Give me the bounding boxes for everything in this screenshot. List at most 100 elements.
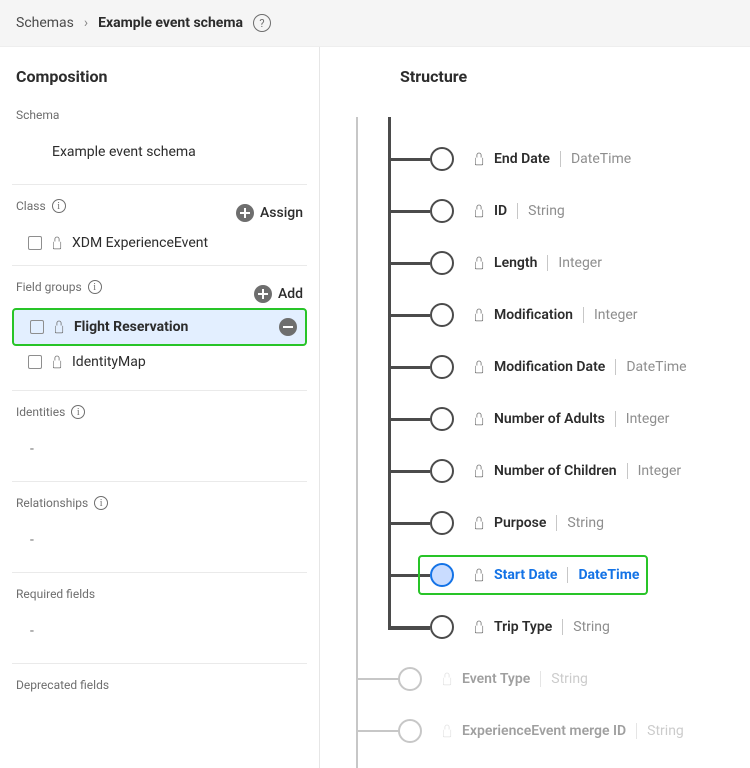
class-subhead: Class i <box>16 199 66 213</box>
field-name: ID <box>494 203 507 219</box>
node-dot-icon <box>430 147 454 171</box>
required-label: Required fields <box>16 587 95 601</box>
field-name: Purpose <box>494 515 546 531</box>
add-label: Add <box>278 286 303 302</box>
field-type: DateTime <box>571 151 631 167</box>
field-type: Integer <box>626 411 670 427</box>
separator <box>556 515 557 531</box>
field-name: Trip Type <box>494 619 552 635</box>
node-dot-icon <box>430 251 454 275</box>
lock-icon <box>475 625 484 633</box>
plus-icon <box>254 285 272 303</box>
divider <box>12 265 307 266</box>
assign-label: Assign <box>260 205 303 221</box>
field-name: Event Type <box>462 671 530 687</box>
lock-icon <box>53 360 62 368</box>
fieldgroups-label: Field groups <box>16 280 82 294</box>
structure-panel: Structure End DateDateTimeIDStringLength… <box>320 47 750 768</box>
divider <box>12 572 307 573</box>
divider <box>12 481 307 482</box>
field-node[interactable]: ExperienceEvent merge ID String <box>398 719 690 743</box>
separator <box>615 411 616 427</box>
field-type: Integer <box>558 255 602 271</box>
separator <box>562 619 563 635</box>
node-dot-icon <box>430 355 454 379</box>
field-node[interactable]: ModificationInteger <box>430 303 644 327</box>
info-icon[interactable]: i <box>88 280 102 294</box>
required-empty: - <box>12 615 307 657</box>
field-type: String <box>647 723 684 739</box>
structure-title: Structure <box>400 67 750 86</box>
field-name: Length <box>494 255 537 271</box>
lock-icon <box>55 325 64 333</box>
separator <box>583 307 584 323</box>
separator <box>560 151 561 167</box>
node-dot-icon <box>430 199 454 223</box>
composition-panel: Composition Schema Example event schema … <box>0 47 320 768</box>
field-name: End Date <box>494 151 550 167</box>
lock-icon <box>443 729 452 737</box>
deprecated-subhead: Deprecated fields <box>16 678 307 692</box>
identities-label: Identities <box>16 405 65 419</box>
separator <box>547 255 548 271</box>
lock-icon <box>475 469 484 477</box>
node-dot-icon <box>398 667 422 691</box>
field-name: Number of Adults <box>494 411 605 427</box>
tree-branch-line <box>388 117 391 627</box>
identities-subhead: Identities i <box>16 405 307 419</box>
plus-icon <box>236 204 254 222</box>
field-node[interactable]: Event TypeString <box>398 667 594 691</box>
breadcrumb-current: Example event schema <box>98 15 243 31</box>
field-type: Integer <box>594 307 638 323</box>
breadcrumb-root[interactable]: Schemas <box>16 15 74 31</box>
field-node[interactable]: Modification DateDateTime <box>430 355 693 379</box>
separator <box>615 359 616 375</box>
field-node[interactable]: Trip TypeString <box>430 615 616 639</box>
fieldgroups-subhead: Field groups i <box>16 280 102 294</box>
divider <box>12 663 307 664</box>
breadcrumb-bar: Schemas › Example event schema ? <box>0 0 750 47</box>
schema-name[interactable]: Example event schema <box>12 136 307 178</box>
field-node[interactable]: Purpose String <box>430 511 610 535</box>
field-node[interactable]: Number of Adults Integer <box>430 407 675 431</box>
checkbox[interactable] <box>28 355 42 369</box>
field-node[interactable]: Length Integer <box>430 251 608 275</box>
lock-icon <box>475 261 484 269</box>
info-icon[interactable]: i <box>52 199 66 213</box>
lock-icon <box>53 241 62 249</box>
identities-empty: - <box>12 433 307 475</box>
field-name: ExperienceEvent merge ID <box>462 723 626 739</box>
field-node[interactable]: End Date DateTime <box>430 147 637 171</box>
schema-subhead: Schema <box>16 108 307 122</box>
relationships-empty: - <box>12 524 307 566</box>
separator <box>636 723 637 739</box>
fieldgroup-name: IdentityMap <box>72 354 146 370</box>
fieldgroup-item[interactable]: IdentityMap <box>12 346 307 378</box>
class-name: XDM ExperienceEvent <box>72 235 208 251</box>
checkbox[interactable] <box>30 320 44 334</box>
remove-icon[interactable] <box>279 318 297 336</box>
divider <box>12 390 307 391</box>
field-node[interactable]: IDString <box>430 199 571 223</box>
composition-title: Composition <box>16 67 307 86</box>
lock-icon <box>443 677 452 685</box>
help-icon[interactable]: ? <box>253 14 271 32</box>
relationships-subhead: Relationships i <box>16 496 307 510</box>
lock-icon <box>475 521 484 529</box>
node-dot-icon <box>430 303 454 327</box>
checkbox[interactable] <box>28 236 42 250</box>
chevron-right-icon: › <box>84 15 88 31</box>
field-name: Number of Children <box>494 463 617 479</box>
class-item[interactable]: XDM ExperienceEvent <box>12 227 307 259</box>
node-dot-icon <box>398 719 422 743</box>
info-icon[interactable]: i <box>71 405 85 419</box>
add-fieldgroup-button[interactable]: Add <box>254 285 303 303</box>
info-icon[interactable]: i <box>94 496 108 510</box>
field-type: String <box>567 515 604 531</box>
assign-class-button[interactable]: Assign <box>236 204 303 222</box>
node-dot-icon <box>430 511 454 535</box>
lock-icon <box>475 313 484 321</box>
relationships-label: Relationships <box>16 496 88 510</box>
field-node[interactable]: Number of ChildrenInteger <box>430 459 687 483</box>
fieldgroup-item[interactable]: Flight Reservation <box>12 308 307 346</box>
